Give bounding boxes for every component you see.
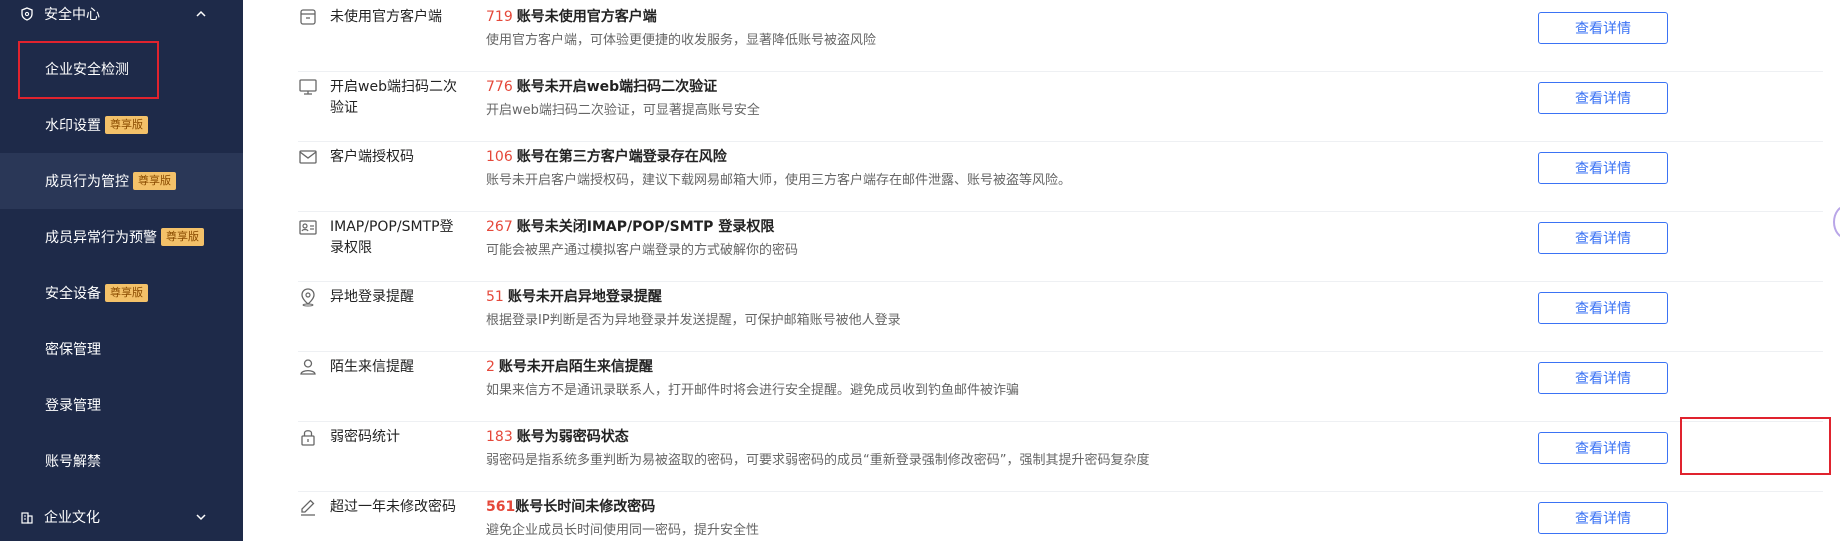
sidebar-item-label: 登录管理 <box>45 398 101 414</box>
check-title: 776 账号未开启web端扫码二次验证 <box>486 77 717 97</box>
check-description: 根据登录IP判断是否为异地登录并发送提醒，可保护邮箱账号被他人登录 <box>486 313 901 328</box>
id-card-icon <box>299 220 317 235</box>
sidebar-item-login-management[interactable]: 登录管理 <box>0 377 243 433</box>
risk-count: 106 <box>486 149 513 165</box>
sidebar-item-watermark[interactable]: 水印设置 尊享版 <box>0 97 243 153</box>
check-description: 如果来信方不是通讯录联系人，打开邮件时将会进行安全提醒。避免成员收到钓鱼邮件被诈… <box>486 383 1020 398</box>
sidebar-item-abnormal-behavior-alert[interactable]: 成员异常行为预警 尊享版 <box>0 209 243 265</box>
check-description: 弱密码是指系统多重判断为易被盗取的密码，可要求弱密码的成员“重新登录强制修改密码… <box>486 453 1150 468</box>
app-root: 安全中心 企业安全检测 水印设置 尊享版 成员行为管控 尊享版 成员异常行为预警… <box>0 0 1840 541</box>
sidebar-item-security-question[interactable]: 密保管理 <box>0 321 243 377</box>
sidebar-item-account-unban[interactable]: 账号解禁 <box>0 433 243 489</box>
check-row-stranger-mail-alert: 陌生来信提醒 2 账号未开启陌生来信提醒 如果来信方不是通讯录联系人，打开邮件时将… <box>298 352 1823 422</box>
check-title: 561账号长时间未修改密码 <box>486 497 655 517</box>
check-title-text: 账号未开启陌生来信提醒 <box>498 359 653 375</box>
check-row-remote-login-alert: 异地登录提醒 51 账号未开启异地登录提醒 根据登录IP判断是否为异地登录并发送提… <box>298 282 1823 352</box>
risk-count: 719 <box>486 9 513 25</box>
check-description: 开启web端扫码二次验证，可显著提高账号安全 <box>486 103 760 118</box>
risk-count: 51 <box>486 289 504 305</box>
chevron-up-icon[interactable] <box>195 8 207 20</box>
risk-count: 776 <box>486 79 513 95</box>
check-title: 51 账号未开启异地登录提醒 <box>486 287 662 307</box>
risk-count: 561 <box>486 499 516 515</box>
check-title-text: 账号为弱密码状态 <box>516 429 629 445</box>
risk-count: 267 <box>486 219 513 235</box>
sidebar-item-label: 成员异常行为预警 <box>45 230 157 246</box>
view-details-button[interactable]: 查看详情 <box>1538 432 1668 464</box>
risk-count: 2 <box>486 359 495 375</box>
building-icon <box>20 510 34 524</box>
user-icon <box>300 359 316 375</box>
premium-badge: 尊享版 <box>105 116 148 134</box>
premium-badge: 尊享版 <box>133 172 176 190</box>
client-icon <box>300 9 316 25</box>
sidebar-item-label: 企业安全检测 <box>45 62 129 78</box>
floating-assistant-button[interactable] <box>1833 205 1840 239</box>
check-name: 未使用官方客户端 <box>330 9 442 25</box>
premium-badge: 尊享版 <box>161 228 204 246</box>
check-title: 2 账号未开启陌生来信提醒 <box>486 357 653 377</box>
sidebar-item-label: 安全设备 <box>45 286 101 302</box>
check-name: IMAP/POP/SMTP登录权限 <box>330 219 454 256</box>
check-row-weak-password: 弱密码统计 183 账号为弱密码状态 弱密码是指系统多重判断为易被盗取的密码，可要… <box>298 422 1823 492</box>
sidebar-item-label: 水印设置 <box>45 118 101 134</box>
mail-icon <box>299 150 317 164</box>
sidebar-section-label: 安全中心 <box>44 7 100 23</box>
location-icon <box>301 288 315 307</box>
view-details-button[interactable]: 查看详情 <box>1538 362 1668 394</box>
check-description: 账号未开启客户端授权码，建议下载网易邮箱大师，使用三方客户端存在邮件泄露、账号被… <box>486 173 1072 188</box>
sidebar-section-label: 企业文化 <box>44 510 100 526</box>
check-name: 超过一年未修改密码 <box>330 499 456 515</box>
risk-count: 183 <box>486 429 513 445</box>
check-row-imap-pop-smtp: IMAP/POP/SMTP登录权限 267 账号未关闭IMAP/POP/SMTP … <box>298 212 1823 282</box>
pencil-icon <box>301 499 315 516</box>
sidebar-item-security-devices[interactable]: 安全设备 尊享版 <box>0 265 243 321</box>
check-name: 弱密码统计 <box>330 429 400 445</box>
check-description: 使用官方客户端，可体验更便捷的收发服务，显著降低账号被盗风险 <box>486 33 877 48</box>
check-title: 106 账号在第三方客户端登录存在风险 <box>486 147 727 167</box>
check-row-client-auth-code: 客户端授权码 106 账号在第三方客户端登录存在风险 账号未开启客户端授权码，建议… <box>298 142 1823 212</box>
check-title-text: 账号在第三方客户端登录存在风险 <box>516 149 727 165</box>
check-name: 客户端授权码 <box>330 149 414 165</box>
check-title: 267 账号未关闭IMAP/POP/SMTP 登录权限 <box>486 217 774 237</box>
lock-icon <box>301 430 315 446</box>
view-details-button[interactable]: 查看详情 <box>1538 12 1668 44</box>
check-name: 陌生来信提醒 <box>330 359 414 375</box>
check-title: 719 账号未使用官方客户端 <box>486 7 657 27</box>
shield-icon <box>20 7 34 21</box>
check-description: 避免企业成员长时间使用同一密码，提升安全性 <box>486 523 760 538</box>
check-description: 可能会被黑产通过模拟客户端登录的方式破解你的密码 <box>486 243 799 258</box>
check-row-web-qr-2fa: 开启web端扫码二次验证 776 账号未开启web端扫码二次验证 开启web端扫码… <box>298 72 1823 142</box>
check-row-official-client: 未使用官方客户端 719 账号未使用官方客户端 使用官方客户端，可体验更便捷的收发… <box>298 2 1823 72</box>
sidebar-item-member-behavior-control[interactable]: 成员行为管控 尊享版 <box>0 153 243 209</box>
sidebar-section-security[interactable]: 安全中心 <box>0 0 243 34</box>
check-title: 183 账号为弱密码状态 <box>486 427 629 447</box>
premium-badge: 尊享版 <box>105 284 148 302</box>
sidebar: 安全中心 企业安全检测 水印设置 尊享版 成员行为管控 尊享版 成员异常行为预警… <box>0 0 243 541</box>
sidebar-item-label: 账号解禁 <box>45 454 101 470</box>
sidebar-item-enterprise-security-check[interactable]: 企业安全检测 <box>0 41 243 97</box>
check-name: 开启web端扫码二次验证 <box>330 79 457 116</box>
check-title-text: 账号未开启web端扫码二次验证 <box>516 79 718 95</box>
check-name: 异地登录提醒 <box>330 289 414 305</box>
sidebar-section-culture[interactable]: 企业文化 <box>0 497 243 537</box>
check-row-password-age: 超过一年未修改密码 561账号长时间未修改密码 避免企业成员长时间使用同一密码，… <box>298 492 1823 541</box>
chevron-down-icon[interactable] <box>195 511 207 523</box>
sidebar-item-label: 成员行为管控 <box>45 174 129 190</box>
view-details-button[interactable]: 查看详情 <box>1538 502 1668 534</box>
security-check-list: 未使用官方客户端 719 账号未使用官方客户端 使用官方客户端，可体验更便捷的收发… <box>243 0 1840 541</box>
check-title-text: 账号长时间未修改密码 <box>515 499 656 515</box>
view-details-button[interactable]: 查看详情 <box>1538 152 1668 184</box>
view-details-button[interactable]: 查看详情 <box>1538 82 1668 114</box>
sidebar-item-label: 密保管理 <box>45 342 101 358</box>
check-title-text: 账号未关闭IMAP/POP/SMTP 登录权限 <box>516 219 775 235</box>
monitor-icon <box>299 79 317 95</box>
check-title-text: 账号未开启异地登录提醒 <box>507 289 662 305</box>
view-details-button[interactable]: 查看详情 <box>1538 222 1668 254</box>
check-title-text: 账号未使用官方客户端 <box>516 9 657 25</box>
view-details-button[interactable]: 查看详情 <box>1538 292 1668 324</box>
